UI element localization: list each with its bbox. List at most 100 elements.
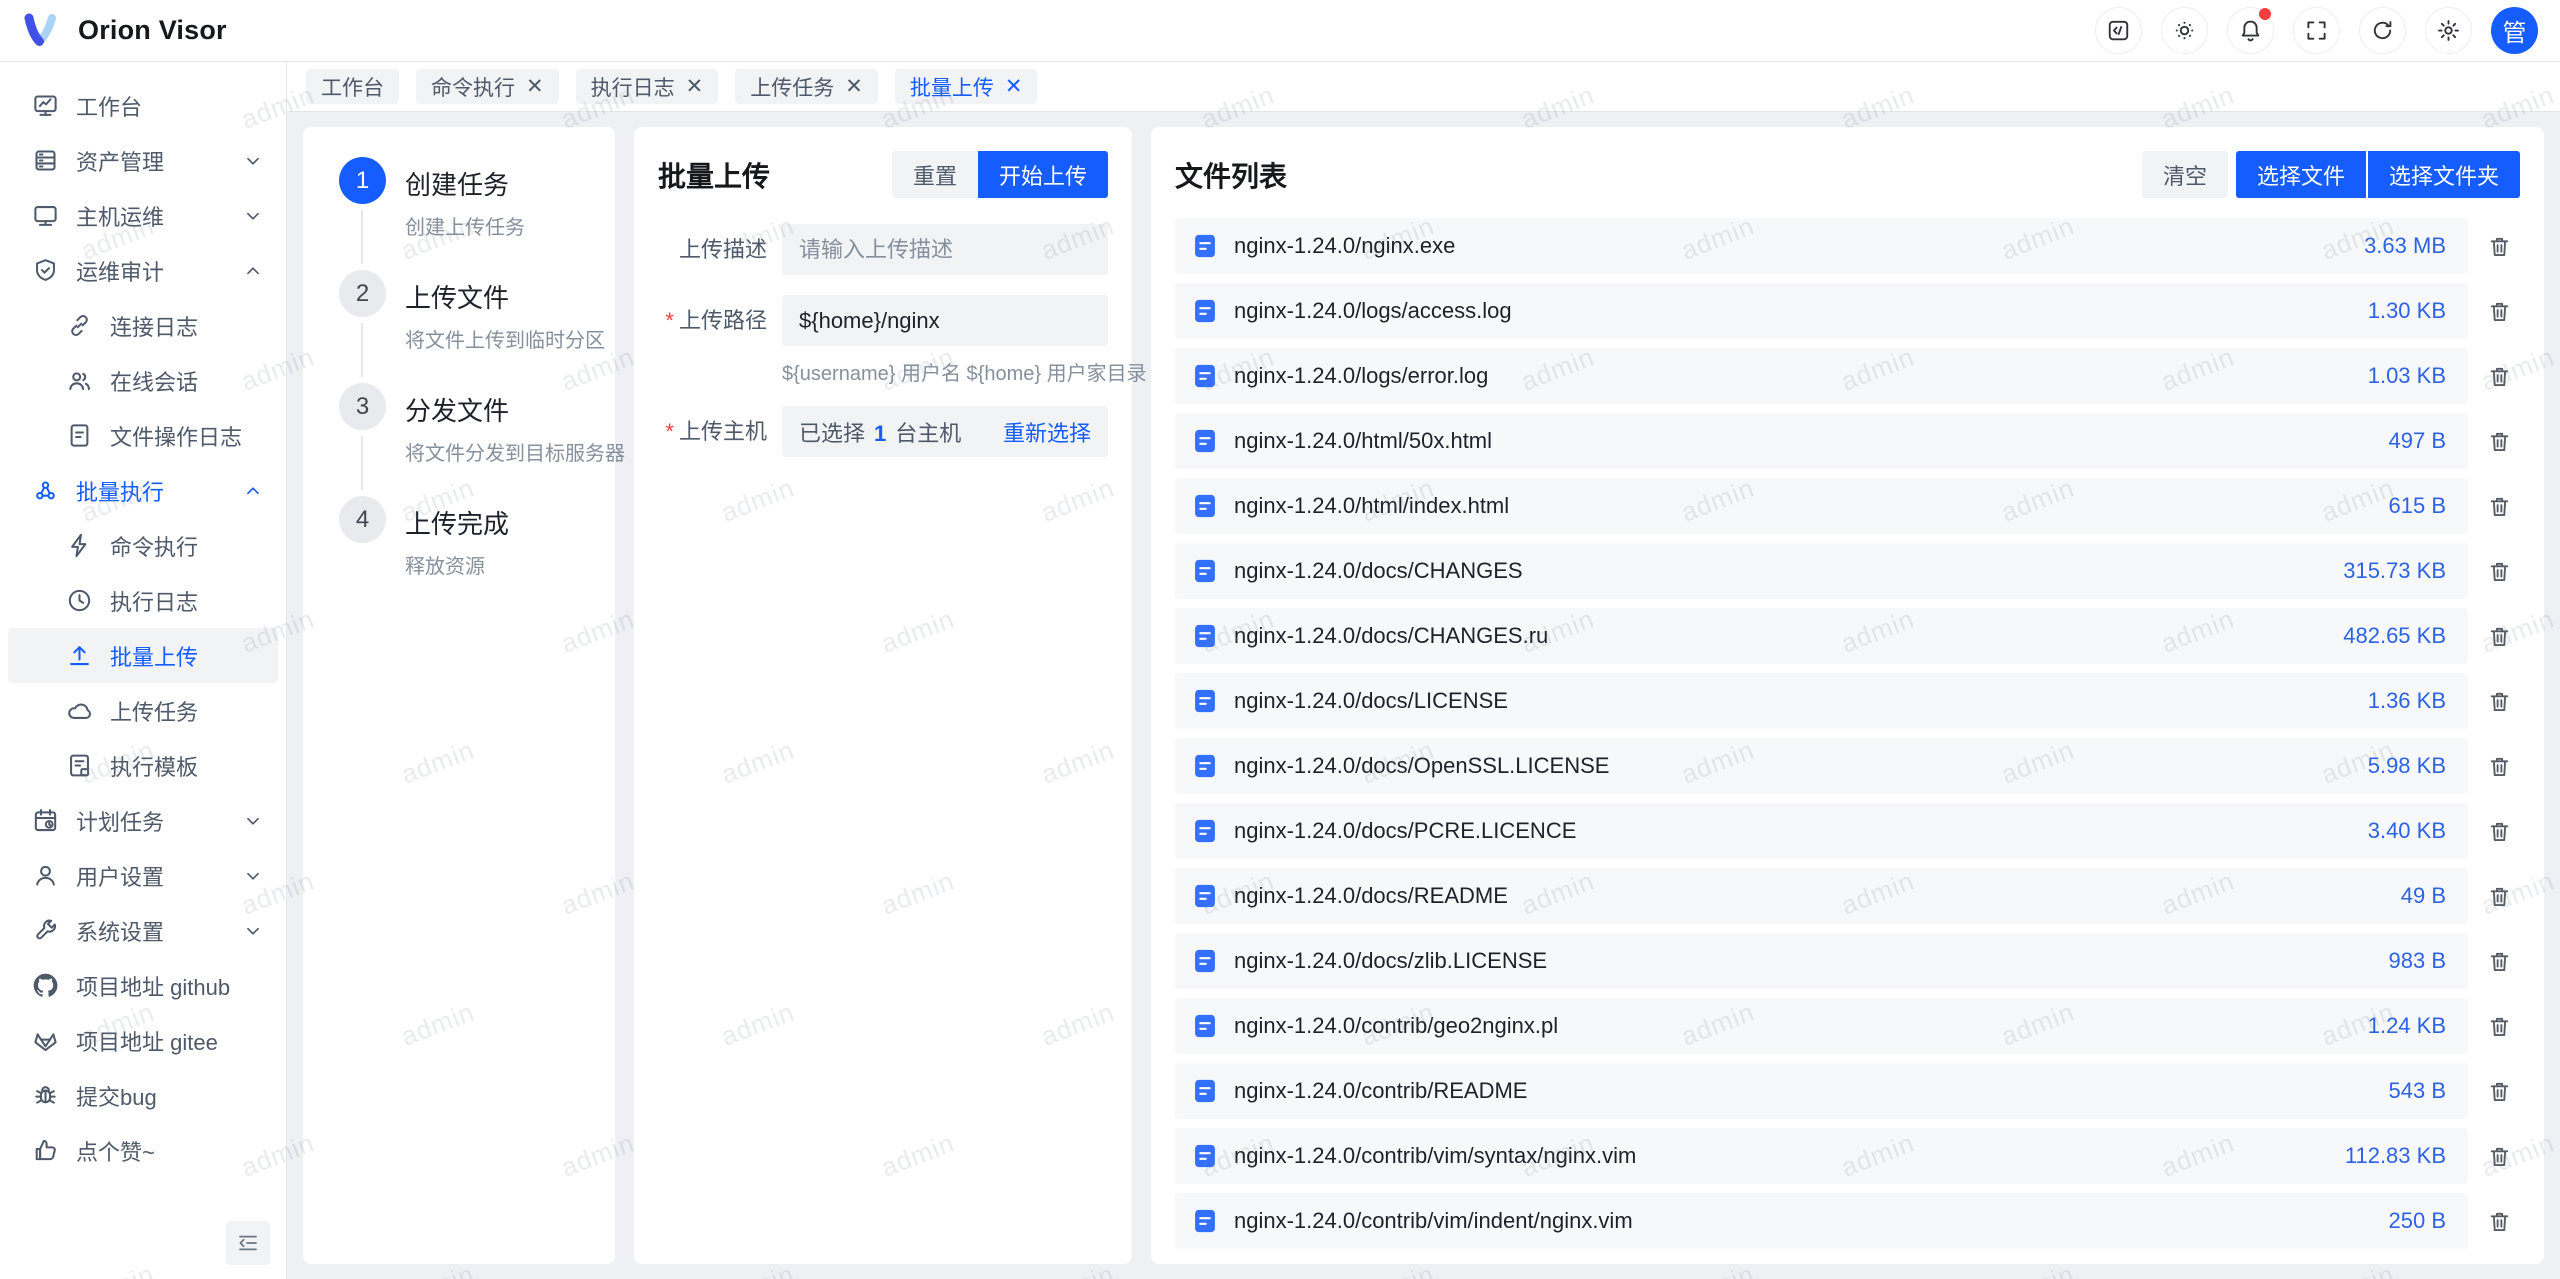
sidebar-item-label: 项目地址 gitee	[76, 1025, 218, 1057]
tab-label: 批量上传	[910, 72, 994, 102]
start-upload-button[interactable]: 开始上传	[978, 151, 1108, 198]
delete-file-button[interactable]	[2468, 234, 2530, 259]
trash-icon	[2487, 1014, 2512, 1039]
file-size: 1.36 KB	[2368, 688, 2446, 714]
refresh-button[interactable]	[2359, 7, 2406, 54]
step-text: 创建任务创建上传任务	[405, 157, 525, 270]
upload-icon	[66, 642, 93, 669]
chevron-down-icon	[242, 865, 264, 887]
file-row-main: nginx-1.24.0/docs/LICENSE1.36 KB	[1175, 673, 2468, 729]
sidebar-item-11[interactable]: 批量上传	[8, 628, 278, 683]
sidebar-item-label: 提交bug	[76, 1080, 157, 1112]
delete-file-button[interactable]	[2468, 624, 2530, 649]
delete-file-button[interactable]	[2468, 364, 2530, 389]
notification-bell-icon	[2238, 18, 2263, 43]
file-row-main: nginx-1.24.0/logs/error.log1.03 KB	[1175, 348, 2468, 404]
delete-file-button[interactable]	[2468, 559, 2530, 584]
delete-file-button[interactable]	[2468, 1209, 2530, 1234]
delete-file-button[interactable]	[2468, 754, 2530, 779]
sidebar-item-15[interactable]: 用户设置	[8, 848, 278, 903]
trash-icon	[2487, 754, 2512, 779]
theme-sun-button[interactable]	[2161, 7, 2208, 54]
tab-close-icon[interactable]: ✕	[686, 76, 704, 97]
file-size: 983 B	[2389, 948, 2447, 974]
tab-5[interactable]: 批量上传 ✕	[895, 69, 1038, 104]
sidebar-item-5[interactable]: 连接日志	[8, 298, 278, 353]
file-size: 543 B	[2389, 1078, 2447, 1104]
upload-step-2: 2上传文件将文件上传到临时分区	[339, 270, 591, 383]
sidebar-item-label: 文件操作日志	[110, 420, 242, 452]
reselect-hosts-link[interactable]: 重新选择	[1003, 416, 1091, 448]
sidebar-item-20[interactable]: 点个赞~	[8, 1123, 278, 1178]
delete-file-button[interactable]	[2468, 884, 2530, 909]
tab-2[interactable]: 命令执行✕	[416, 69, 559, 104]
file-row: nginx-1.24.0/docs/LICENSE1.36 KB	[1175, 673, 2530, 729]
sidebar-item-2[interactable]: 资产管理	[8, 133, 278, 188]
file-name: nginx-1.24.0/contrib/README	[1234, 1078, 2374, 1104]
delete-file-button[interactable]	[2468, 1144, 2530, 1169]
tab-4[interactable]: 上传任务✕	[735, 69, 878, 104]
sidebar-item-18[interactable]: 项目地址 gitee	[8, 1013, 278, 1068]
select-folder-button[interactable]: 选择文件夹	[2368, 151, 2520, 198]
selected-hosts-field: 已选择1台主机 重新选择	[782, 406, 1108, 457]
sidebar-item-8[interactable]: 批量执行	[8, 463, 278, 518]
file-row-main: nginx-1.24.0/docs/zlib.LICENSE983 B	[1175, 933, 2468, 989]
code-square-button[interactable]	[2095, 7, 2142, 54]
file-size: 112.83 KB	[2345, 1143, 2446, 1169]
file-name: nginx-1.24.0/contrib/vim/indent/nginx.vi…	[1234, 1208, 2374, 1234]
trash-icon	[2487, 1144, 2512, 1169]
tab-close-icon[interactable]: ✕	[526, 76, 544, 97]
settings-gear-button[interactable]	[2425, 7, 2472, 54]
delete-file-button[interactable]	[2468, 689, 2530, 714]
delete-file-button[interactable]	[2468, 949, 2530, 974]
link-icon	[66, 312, 93, 339]
sidebar-item-10[interactable]: 执行日志	[8, 573, 278, 628]
app-header: Orion Visor 管	[0, 0, 2560, 62]
lightning-icon	[66, 532, 93, 559]
trash-icon	[2487, 819, 2512, 844]
sidebar-item-1[interactable]: 工作台	[8, 78, 278, 133]
sidebar-item-16[interactable]: 系统设置	[8, 903, 278, 958]
calendar-clock-icon	[32, 807, 59, 834]
delete-file-button[interactable]	[2468, 1079, 2530, 1104]
file-name: nginx-1.24.0/docs/CHANGES.ru	[1234, 623, 2328, 649]
sidebar-item-3[interactable]: 主机运维	[8, 188, 278, 243]
fullscreen-button[interactable]	[2293, 7, 2340, 54]
upload-path-input[interactable]	[782, 295, 1108, 346]
clear-files-button[interactable]: 清空	[2142, 151, 2228, 198]
delete-file-button[interactable]	[2468, 1014, 2530, 1039]
file-name: nginx-1.24.0/docs/README	[1234, 883, 2386, 909]
tab-close-icon[interactable]: ✕	[1005, 76, 1023, 97]
file-doc-icon	[1191, 752, 1219, 780]
reset-button[interactable]: 重置	[892, 151, 978, 198]
sidebar-item-7[interactable]: 文件操作日志	[8, 408, 278, 463]
sidebar-item-17[interactable]: 项目地址 github	[8, 958, 278, 1013]
delete-file-button[interactable]	[2468, 819, 2530, 844]
sidebar-item-9[interactable]: 命令执行	[8, 518, 278, 573]
sidebar-item-4[interactable]: 运维审计	[8, 243, 278, 298]
user-avatar[interactable]: 管	[2491, 7, 2538, 54]
file-doc-icon	[1191, 232, 1219, 260]
sidebar-item-14[interactable]: 计划任务	[8, 793, 278, 848]
tab-close-icon[interactable]: ✕	[845, 76, 863, 97]
content-area: 工作台命令执行✕执行日志✕上传任务✕批量上传✕ 1创建任务创建上传任务2上传文件…	[287, 62, 2560, 1279]
sidebar-item-6[interactable]: 在线会话	[8, 353, 278, 408]
file-doc-icon	[1191, 297, 1219, 325]
sidebar-item-12[interactable]: 上传任务	[8, 683, 278, 738]
file-doc-icon	[1191, 947, 1219, 975]
sidebar-item-13[interactable]: 执行模板	[8, 738, 278, 793]
file-row: nginx-1.24.0/logs/error.log1.03 KB	[1175, 348, 2530, 404]
notification-bell-button[interactable]	[2227, 7, 2274, 54]
tab-3[interactable]: 执行日志✕	[576, 69, 719, 104]
step-number: 3	[339, 383, 386, 430]
file-row: nginx-1.24.0/html/50x.html497 B	[1175, 413, 2530, 469]
tab-1[interactable]: 工作台	[306, 69, 399, 104]
delete-file-button[interactable]	[2468, 494, 2530, 519]
sidebar-item-label: 主机运维	[76, 200, 164, 232]
upload-description-input[interactable]	[782, 224, 1108, 275]
select-file-button[interactable]: 选择文件	[2236, 151, 2366, 198]
delete-file-button[interactable]	[2468, 429, 2530, 454]
sidebar-item-19[interactable]: 提交bug	[8, 1068, 278, 1123]
sidebar-collapse-button[interactable]	[226, 1221, 270, 1265]
delete-file-button[interactable]	[2468, 299, 2530, 324]
